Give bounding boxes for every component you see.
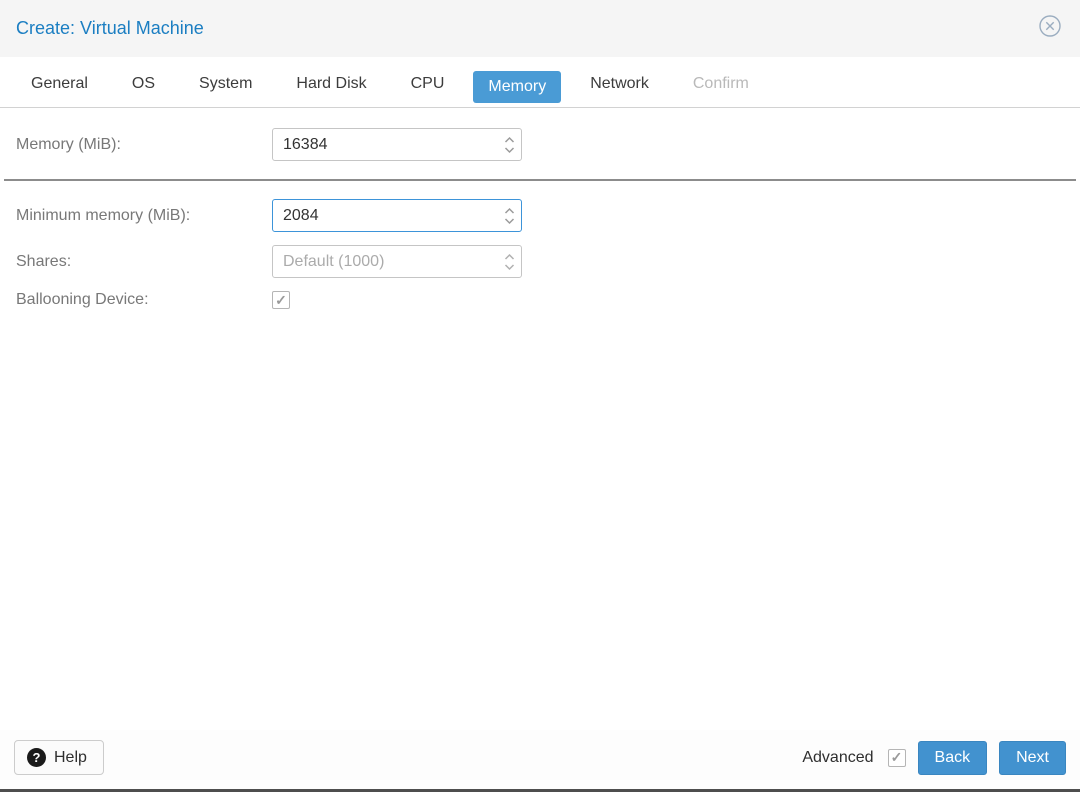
footer-actions: Advanced ✓ Back Next: [802, 740, 1066, 775]
min-memory-input[interactable]: [272, 199, 522, 232]
memory-field: [272, 128, 522, 161]
spinner-down-icon: [504, 263, 515, 270]
check-icon: ✓: [275, 291, 287, 308]
memory-row: Memory (MiB):: [16, 128, 1064, 161]
advanced-checkbox[interactable]: ✓: [887, 748, 906, 767]
ballooning-row: Ballooning Device: ✓: [16, 291, 1064, 309]
ballooning-checkbox[interactable]: ✓: [272, 291, 290, 309]
check-icon: ✓: [890, 749, 903, 765]
create-vm-dialog: Create: Virtual Machine General OS Syste…: [0, 0, 1080, 792]
tab-confirm: Confirm: [692, 75, 749, 92]
tab-hard-disk[interactable]: Hard Disk: [281, 67, 381, 103]
close-icon: [1038, 14, 1062, 43]
dialog-footer: ? Help Advanced ✓ Back Next: [0, 730, 1080, 789]
shares-label: Shares:: [16, 252, 72, 270]
min-memory-field: [272, 199, 522, 232]
help-button[interactable]: ? Help: [14, 740, 104, 775]
dialog-title: Create: Virtual Machine: [16, 18, 204, 38]
tab-network[interactable]: Network: [575, 67, 664, 103]
help-icon: ?: [27, 748, 46, 767]
spinner-up-icon: [504, 136, 515, 143]
spinner-up-icon: [504, 253, 515, 260]
memory-spinner-buttons[interactable]: [504, 135, 515, 154]
memory-label: Memory (MiB):: [16, 135, 121, 153]
shares-input[interactable]: [272, 245, 522, 278]
back-button[interactable]: Back: [917, 740, 988, 775]
memory-input[interactable]: [272, 128, 522, 161]
shares-row: Shares:: [16, 245, 1064, 278]
advanced-label: Advanced: [802, 748, 874, 766]
next-button[interactable]: Next: [999, 740, 1066, 775]
spinner-down-icon: [504, 146, 515, 153]
advanced-separator: [4, 179, 1076, 181]
tab-os[interactable]: OS: [117, 67, 170, 103]
min-memory-label: Minimum memory (MiB):: [16, 206, 191, 224]
wizard-tabbar: General OS System Hard Disk CPU Memory N…: [0, 57, 1080, 108]
dialog-titlebar: Create: Virtual Machine: [0, 0, 1080, 57]
tab-general[interactable]: General: [16, 67, 103, 103]
shares-spinner-buttons[interactable]: [504, 252, 515, 271]
spinner-down-icon: [504, 217, 515, 224]
spinner-up-icon: [504, 207, 515, 214]
min-memory-row: Minimum memory (MiB):: [16, 199, 1064, 232]
tab-cpu[interactable]: CPU: [396, 67, 460, 103]
close-button[interactable]: [1038, 14, 1062, 43]
min-memory-spinner-buttons[interactable]: [504, 206, 515, 225]
help-button-label: Help: [54, 748, 87, 766]
shares-field: [272, 245, 522, 278]
memory-form: Memory (MiB): Minimum memory (MiB):: [0, 108, 1080, 309]
tab-system[interactable]: System: [184, 67, 267, 103]
tab-memory[interactable]: Memory: [473, 71, 562, 103]
ballooning-label: Ballooning Device:: [16, 291, 149, 308]
